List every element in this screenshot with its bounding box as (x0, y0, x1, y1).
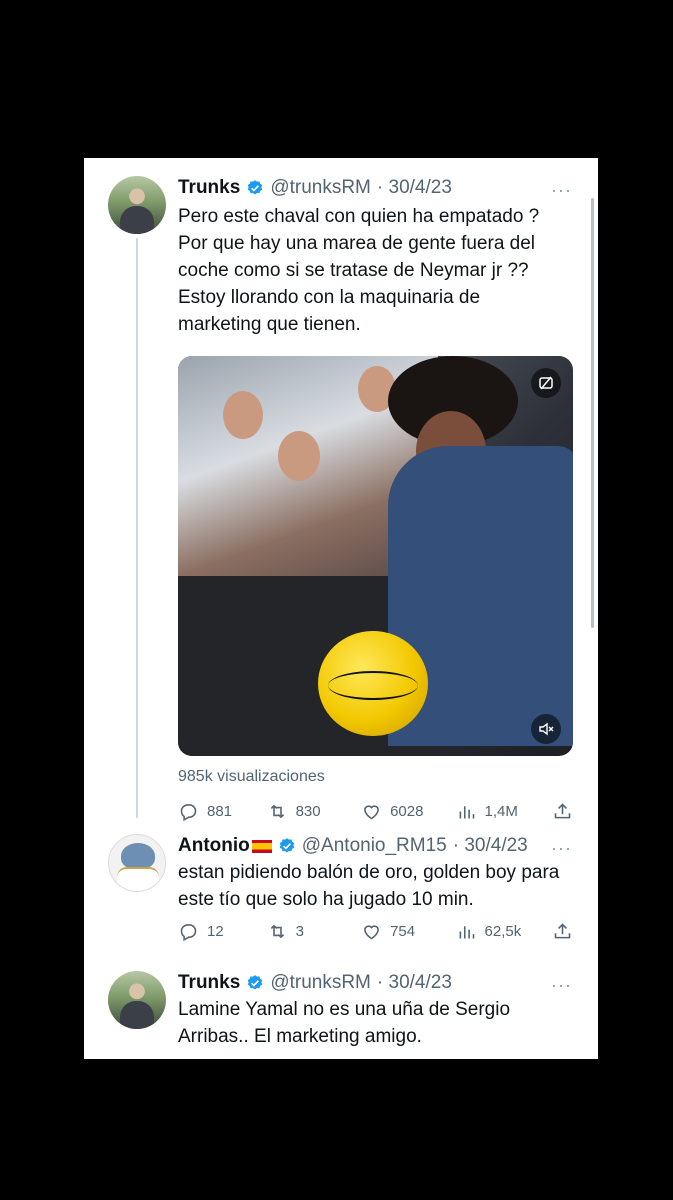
retweet-icon (270, 924, 284, 938)
heart-icon (364, 924, 379, 939)
tweet-actions: 12 3 754 62,5k (178, 919, 573, 943)
tweet-video[interactable] (178, 356, 573, 756)
display-name[interactable]: Trunks (178, 972, 240, 994)
retweet-icon (270, 804, 284, 818)
share-icon (554, 922, 571, 938)
like-button[interactable]: 754 (361, 921, 455, 942)
tweet-header: Trunks @trunksRM · 30/4/23 (178, 971, 452, 995)
reply-count: 12 (207, 922, 224, 940)
retweet-button[interactable]: 830 (267, 801, 361, 822)
analytics-button[interactable]: 1,4M (456, 801, 552, 822)
sensitive-media-icon[interactable] (531, 368, 561, 398)
avatar-trunks[interactable] (108, 176, 166, 234)
tweet-text: Pero este chaval con quien ha empatado ?… (178, 206, 540, 335)
retweet-button[interactable]: 3 (267, 921, 361, 942)
verified-badge-icon (279, 838, 295, 853)
tweet-3[interactable]: Trunks @trunksRM · 30/4/23 ··· Lamine Ya… (84, 971, 598, 1059)
analytics-icon (459, 805, 474, 818)
share-icon (554, 802, 571, 818)
tweet-1[interactable]: Trunks @trunksRM · 30/4/23 ··· Pero este… (84, 176, 598, 821)
heart-icon (364, 804, 379, 819)
reply-count: 881 (207, 802, 233, 820)
video-scene-face (278, 431, 320, 481)
display-name[interactable]: Trunks (178, 177, 240, 199)
display-name[interactable]: Antonio (178, 835, 250, 857)
reply-button[interactable]: 12 (178, 921, 267, 942)
like-button[interactable]: 6028 (361, 801, 455, 822)
more-options-icon[interactable]: ··· (551, 838, 572, 859)
verified-badge-icon (248, 975, 263, 990)
tweet-header: Trunks @trunksRM · 30/4/23 (178, 176, 452, 200)
tweet-thread-card: Trunks @trunksRM · 30/4/23 ··· Pero este… (84, 158, 598, 1059)
verified-badge-icon (248, 180, 263, 195)
impression-count: 1,4M (484, 802, 518, 820)
share-button[interactable] (552, 921, 573, 942)
retweet-count: 3 (295, 922, 304, 940)
tweet-date[interactable]: · 30/4/23 (377, 177, 452, 199)
tweet-actions: 881 830 6028 1,4M (178, 799, 573, 823)
reply-icon (180, 923, 197, 941)
user-handle[interactable]: @trunksRM (270, 177, 371, 199)
tweet-header: Antonio @Antonio_RM15 · 30/4/23 (178, 834, 528, 858)
user-handle[interactable]: @trunksRM (270, 972, 371, 994)
tweet-date[interactable]: · 30/4/23 (453, 835, 528, 857)
video-scene-face (223, 391, 263, 439)
avatar-trunks[interactable] (108, 971, 166, 1029)
tweet-2[interactable]: Antonio @Antonio_RM15 · 30/4/23 ··· esta… (84, 834, 598, 954)
share-button[interactable] (552, 801, 573, 822)
mute-icon[interactable] (531, 714, 561, 744)
tweet-date[interactable]: · 30/4/23 (377, 972, 452, 994)
view-count: 985k visualizaciones (178, 768, 325, 785)
tweet-text: Lamine Yamal no es una uña de Sergio Arr… (178, 999, 511, 1047)
retweet-count: 830 (295, 802, 321, 820)
analytics-button[interactable]: 62,5k (456, 921, 552, 942)
spain-flag-icon (251, 839, 272, 853)
tweet-text: estan pidiendo balón de oro, golden boy … (178, 862, 560, 910)
analytics-icon (459, 925, 474, 938)
like-count: 754 (390, 922, 416, 940)
like-count: 6028 (390, 802, 424, 820)
user-handle[interactable]: @Antonio_RM15 (302, 835, 447, 857)
more-options-icon[interactable]: ··· (551, 180, 572, 201)
impression-count: 62,5k (484, 922, 522, 940)
thread-line (136, 238, 138, 818)
avatar-antonio[interactable] (108, 834, 166, 892)
reply-icon (180, 803, 197, 821)
more-options-icon[interactable]: ··· (551, 975, 572, 996)
video-scene-ball (318, 631, 428, 736)
reply-button[interactable]: 881 (178, 801, 267, 822)
